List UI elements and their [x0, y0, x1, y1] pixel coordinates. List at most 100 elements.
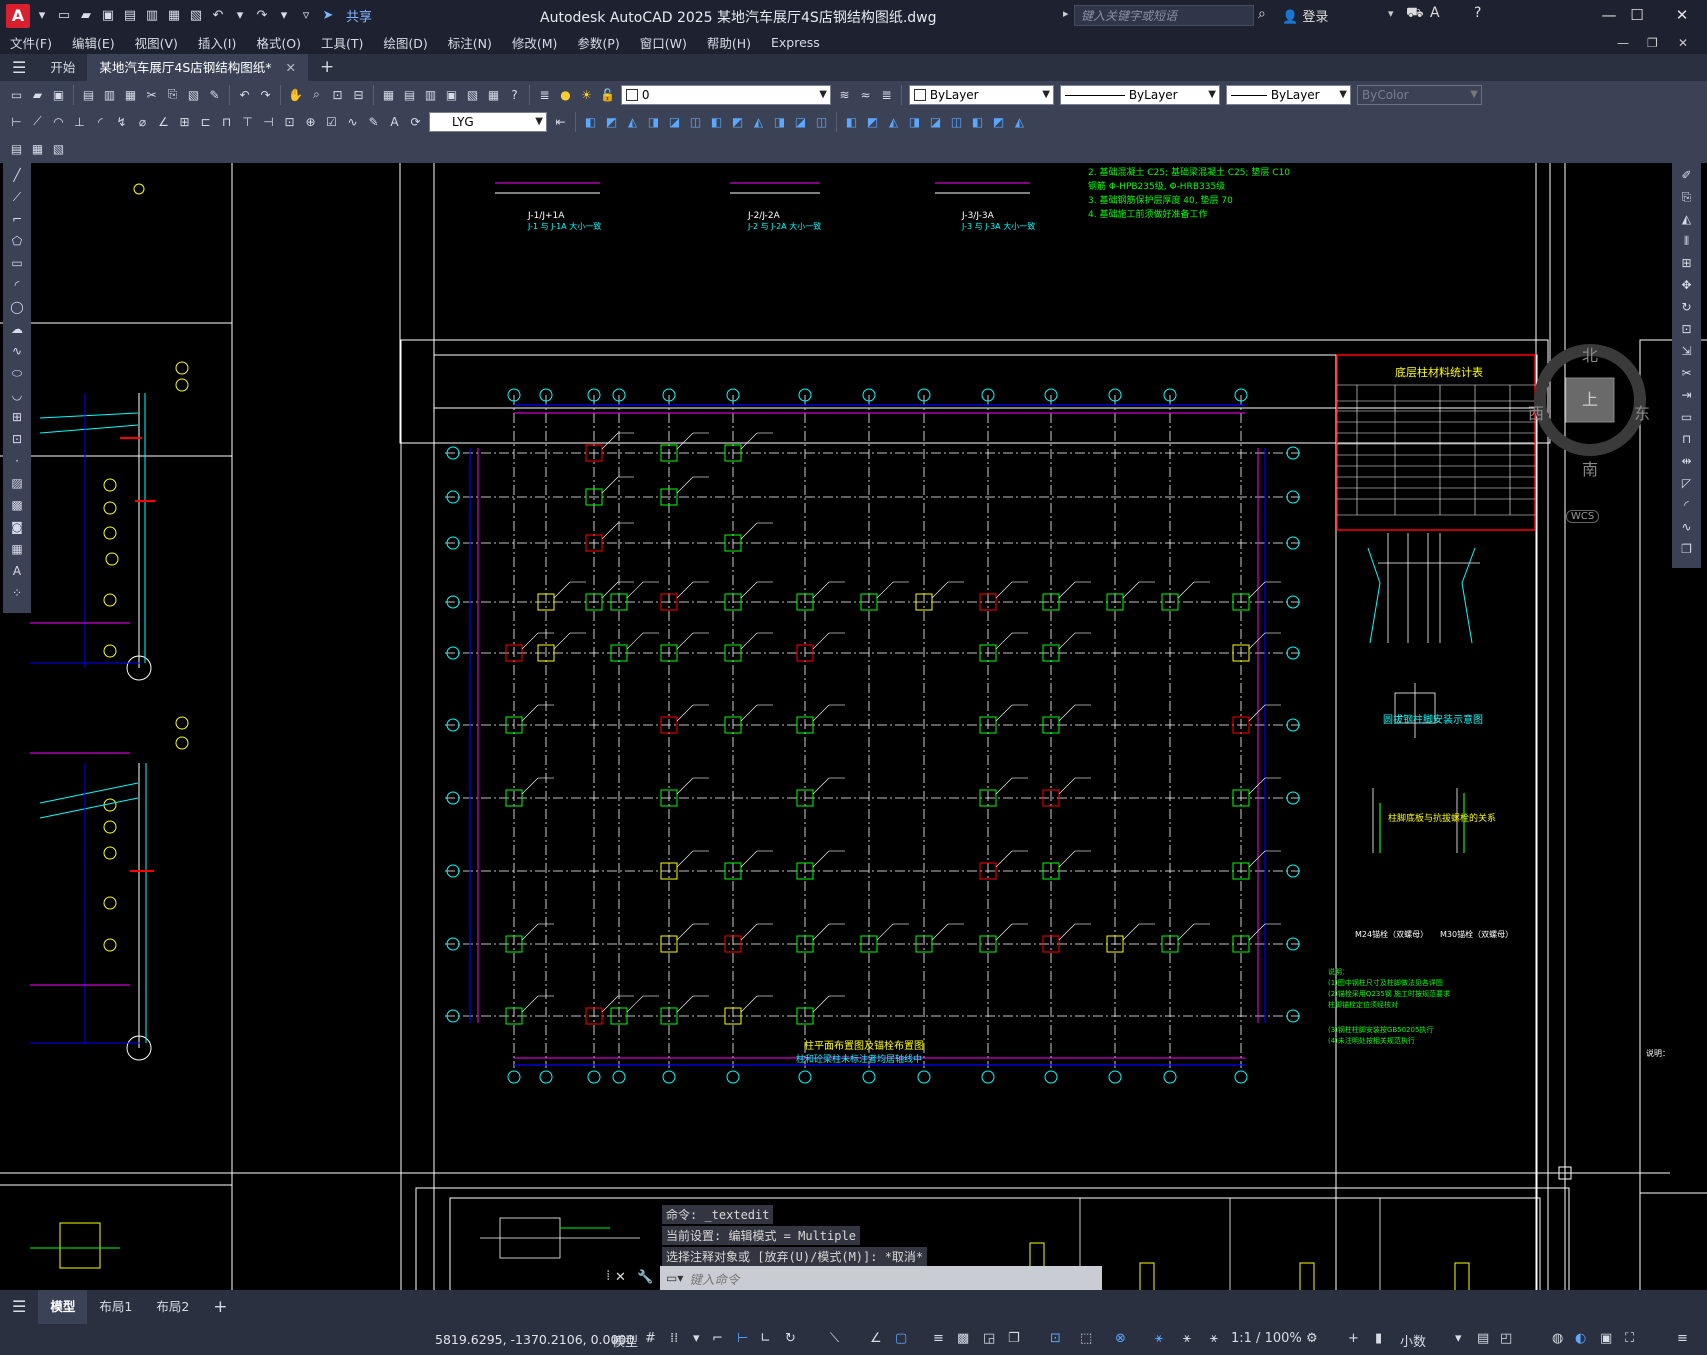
save-icon[interactable]: ▣ — [98, 6, 118, 26]
sheet-set-icon[interactable]: ▣ — [443, 86, 460, 103]
array-icon[interactable]: ⊞ — [1676, 253, 1698, 273]
layer-freeze-icon[interactable]: ☀ — [578, 86, 595, 103]
construction-line-icon[interactable]: ⟋ — [6, 187, 28, 207]
zoom-window-icon[interactable]: ⊡ — [329, 86, 346, 103]
graphics-performance-icon[interactable]: ▣ — [1600, 1331, 1612, 1346]
arc-icon[interactable]: ◜ — [6, 275, 28, 295]
selection-cycling-icon[interactable]: ◲ — [983, 1331, 995, 1346]
isolate-objects-icon[interactable]: ◍ — [1552, 1331, 1563, 1346]
spline-icon[interactable]: ∿ — [6, 341, 28, 361]
ortho-icon[interactable]: ∟ — [760, 1331, 771, 1346]
snap-dropdown-icon[interactable]: ▾ — [693, 1331, 700, 1346]
qnew-icon[interactable]: ▭ — [8, 86, 25, 103]
quick-properties-icon[interactable]: ▤ — [1477, 1331, 1489, 1346]
layer-lock-icon[interactable]: 🔓 — [599, 86, 616, 103]
new-tab-icon[interactable]: + — [308, 54, 346, 81]
interfere-icon[interactable]: ◪ — [792, 113, 809, 130]
model-space-button[interactable]: 模型 — [612, 1331, 638, 1350]
undo-icon[interactable]: ↶ — [236, 86, 253, 103]
continue-dim-icon[interactable]: ⊓ — [218, 113, 235, 130]
open-folder-icon[interactable]: ▰ — [76, 6, 96, 26]
break-at-point-icon[interactable]: ▭ — [1676, 407, 1698, 427]
zoom-previous-icon[interactable]: ⊟ — [350, 86, 367, 103]
redo-icon[interactable]: ↷ — [252, 6, 272, 26]
viewcube-top[interactable]: 上 — [1582, 386, 1598, 410]
offset-faces-icon[interactable]: ◭ — [885, 113, 902, 130]
lineweight-dropdown[interactable]: ByLayer ▼ — [1226, 84, 1351, 105]
polar-tracking-icon[interactable]: ↻ — [785, 1331, 796, 1346]
hatch-icon[interactable]: ▨ — [6, 473, 28, 493]
cone-icon[interactable]: ◭ — [624, 113, 641, 130]
hamburger-menu-icon[interactable]: ☰ — [0, 54, 38, 81]
hamburger-layouts-icon[interactable]: ☰ — [0, 1290, 38, 1324]
help-icon[interactable]: ? — [506, 86, 523, 103]
dynamic-ucs-icon[interactable]: ⊡ — [1050, 1331, 1061, 1346]
rotate-faces-icon[interactable]: ◪ — [927, 113, 944, 130]
aligned-dim-icon[interactable]: ⟋ — [29, 113, 46, 130]
object-snap-icon[interactable]: ▢ — [895, 1331, 907, 1346]
dim-space-icon[interactable]: ⊤ — [239, 113, 256, 130]
3d-object-snap-icon[interactable]: ❐ — [1008, 1331, 1020, 1346]
viewcube-north[interactable]: 北 — [1582, 342, 1598, 366]
save-icon[interactable]: ▣ — [50, 86, 67, 103]
doc-close-button[interactable]: ✕ — [1678, 36, 1688, 50]
make-current-layer-icon[interactable]: ≋ — [836, 86, 853, 103]
menu-edit[interactable]: 编辑(E) — [72, 33, 115, 52]
clean-screen-icon[interactable]: ⛶ — [1625, 1331, 1634, 1346]
tab-model[interactable]: 模型 — [38, 1290, 88, 1324]
viewcube-west[interactable]: 西 — [1528, 400, 1544, 424]
wcs-menu[interactable]: WCS — [1566, 510, 1600, 523]
units-dropdown-icon[interactable]: ▾ — [1455, 1331, 1462, 1346]
match-properties-icon[interactable]: ✎ — [206, 86, 223, 103]
command-input[interactable]: ▭▾ 键入命令 — [660, 1266, 1102, 1290]
chamfer-icon[interactable]: ◸ — [1676, 473, 1698, 493]
line-icon[interactable]: ╱ — [6, 165, 28, 185]
lock-ui-icon[interactable]: ◰ — [1500, 1331, 1512, 1346]
save-as-icon[interactable]: ▤ — [120, 6, 140, 26]
tolerance-icon[interactable]: ⊡ — [281, 113, 298, 130]
menu-express[interactable]: Express — [771, 35, 820, 50]
close-tab-icon[interactable]: ✕ — [285, 60, 295, 75]
menu-insert[interactable]: 插入(I) — [198, 33, 236, 52]
gizmo-icon[interactable]: ⊗ — [1115, 1331, 1126, 1346]
viewcube-south[interactable]: 南 — [1582, 456, 1598, 480]
grid-icon[interactable]: # — [645, 1331, 656, 1346]
viewcube-east[interactable]: 东 — [1634, 400, 1650, 424]
menu-dimension[interactable]: 标注(N) — [448, 33, 492, 52]
region-icon[interactable]: ◙ — [6, 517, 28, 537]
fillet-icon[interactable]: ◜ — [1676, 495, 1698, 515]
explode-icon[interactable]: ❐ — [1676, 539, 1698, 559]
slice-icon[interactable]: ◭ — [750, 113, 767, 130]
quick-dim-icon[interactable]: ⊞ — [176, 113, 193, 130]
menu-draw[interactable]: 绘图(D) — [383, 33, 427, 52]
menu-view[interactable]: 视图(V) — [135, 33, 178, 52]
workspace-gear-icon[interactable]: ⚙ — [1306, 1331, 1318, 1346]
mtext-icon[interactable]: A — [6, 561, 28, 581]
plot-icon[interactable]: ▧ — [186, 6, 206, 26]
open-icon[interactable]: ▰ — [29, 86, 46, 103]
transparency-icon[interactable]: ▩ — [957, 1331, 969, 1346]
dim-break-icon[interactable]: ⊣ — [260, 113, 277, 130]
shell-icon[interactable]: ◭ — [1011, 113, 1028, 130]
copy-faces-icon[interactable]: ◧ — [969, 113, 986, 130]
autocad-logo[interactable]: A — [6, 3, 30, 28]
attribute-icon[interactable]: ▧ — [50, 141, 67, 158]
annotation-scale-value[interactable]: 1:1 / 100% — [1231, 1331, 1302, 1346]
circle-icon[interactable]: ◯ — [6, 297, 28, 317]
move-icon[interactable]: ✥ — [1676, 275, 1698, 295]
properties-icon[interactable]: ▦ — [380, 86, 397, 103]
layer-state-icon[interactable]: ≣ — [878, 86, 895, 103]
menu-format[interactable]: 格式(O) — [256, 33, 301, 52]
close-button[interactable]: ✕ — [1662, 4, 1702, 26]
blend-curves-icon[interactable]: ∿ — [1676, 517, 1698, 537]
arc-length-icon[interactable]: ◠ — [50, 113, 67, 130]
erase-icon[interactable]: ✐ — [1676, 165, 1698, 185]
trim-icon[interactable]: ✂ — [1676, 363, 1698, 383]
menu-window[interactable]: 窗口(W) — [640, 33, 687, 52]
search-input[interactable]: 键入关键字或短语 — [1074, 5, 1254, 26]
undo-dropdown-icon[interactable]: ▾ — [230, 6, 250, 26]
auto-scale-icon[interactable]: ⚹ — [1183, 1331, 1191, 1346]
new-file-icon[interactable]: ▭ — [54, 6, 74, 26]
polyline-icon[interactable]: ⌐ — [6, 209, 28, 229]
tab-layout2[interactable]: 布局2 — [144, 1290, 201, 1324]
